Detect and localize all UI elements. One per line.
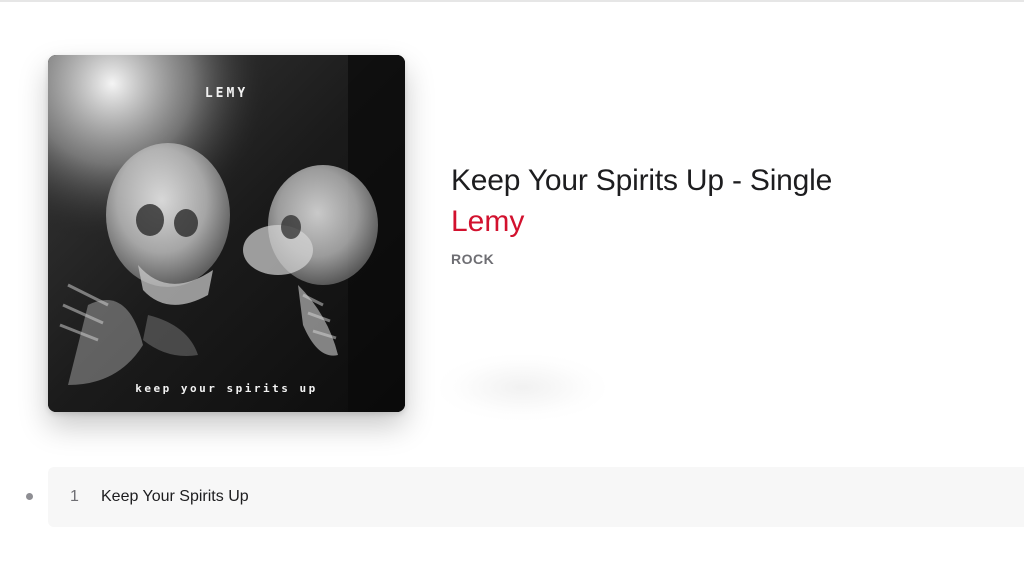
track-number: 1 [70, 488, 79, 505]
now-playing-indicator [26, 493, 33, 500]
artwork-title-text: LEMY [204, 86, 249, 101]
track-row[interactable]: 1 Keep Your Spirits Up [48, 467, 1024, 527]
album-title: Keep Your Spirits Up - Single [451, 164, 833, 197]
track-title: Keep Your Spirits Up [101, 488, 249, 505]
play-button-placeholder[interactable] [440, 355, 605, 420]
artwork-subtitle-text: keep your spirits up [135, 382, 318, 395]
album-artwork-image [48, 55, 405, 412]
genre-label: ROCK [451, 251, 495, 267]
top-divider [0, 0, 1024, 2]
artist-link[interactable]: Lemy [451, 205, 524, 239]
album-artwork[interactable]: LEMY keep your spirits up [48, 55, 405, 412]
